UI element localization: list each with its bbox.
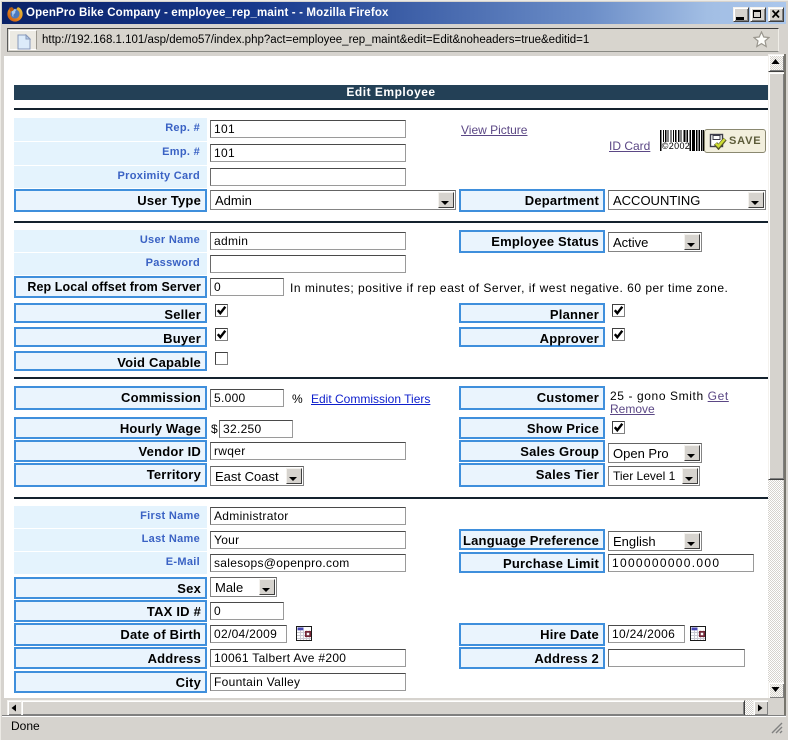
svg-text:©2002: ©2002 <box>662 141 690 151</box>
